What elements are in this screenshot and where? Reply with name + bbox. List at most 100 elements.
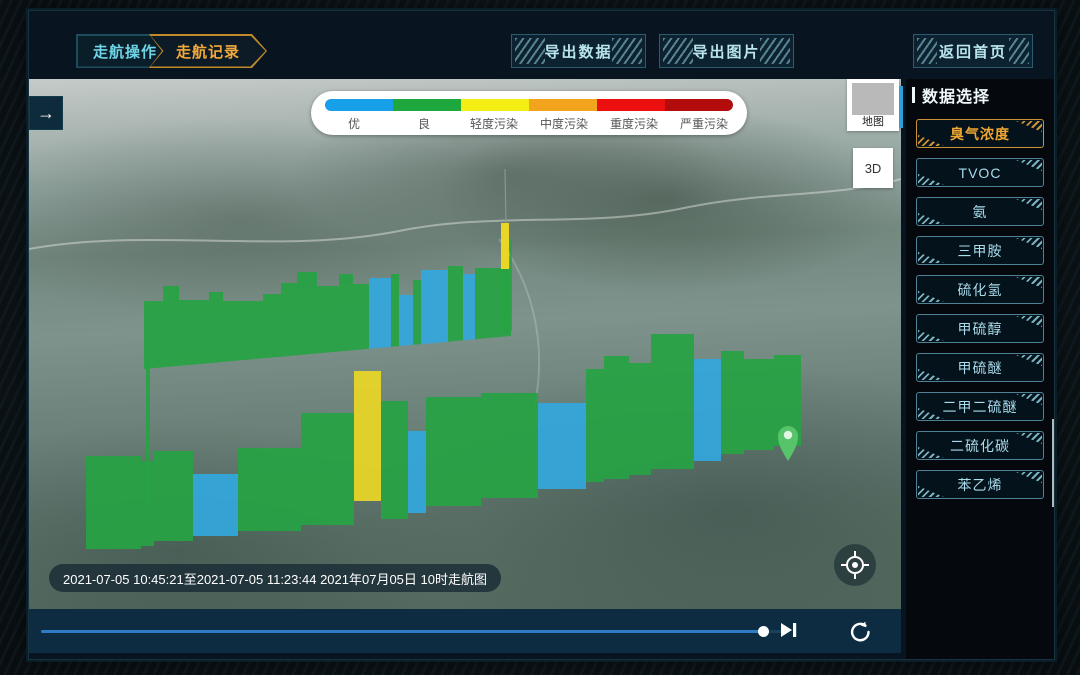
corner-decoration <box>918 369 944 380</box>
legend-color-good <box>393 99 461 111</box>
export-image-label: 导出图片 <box>692 41 760 62</box>
time-range-text: 2021-07-05 10:45:21至2021-07-05 11:23:44 … <box>63 569 487 588</box>
sidebar-item-label: 甲硫醚 <box>958 358 1003 378</box>
sidebar-item-methyl-mercaptan[interactable]: 甲硫醇 <box>916 314 1044 343</box>
sidebar-item-label: 氨 <box>973 202 988 222</box>
arrow-right-icon: → <box>37 103 55 124</box>
hatch-decoration <box>1009 38 1029 64</box>
sidebar-item-dimethyl-disulfide[interactable]: 二甲二硫醚 <box>916 392 1044 421</box>
hatch-decoration <box>515 38 545 64</box>
back-home-label: 返回首页 <box>939 41 1007 62</box>
tab-label: 走航记录 <box>149 34 267 68</box>
legend-color-excellent <box>325 99 393 111</box>
corner-decoration <box>918 213 944 224</box>
sidebar-item-label: 臭气浓度 <box>950 124 1010 144</box>
sidebar-item-label: TVOC <box>959 165 1002 181</box>
sidebar-item-ammonia[interactable]: 氨 <box>916 197 1044 226</box>
corner-decoration <box>1016 160 1042 171</box>
back-home-button[interactable]: 返回首页 <box>913 34 1033 68</box>
time-range-badge: 2021-07-05 10:45:21至2021-07-05 11:23:44 … <box>49 564 501 592</box>
tab-cruise-record[interactable]: 走航记录 <box>149 34 267 68</box>
collapse-arrow-button[interactable]: → <box>29 96 63 130</box>
sidebar-scrollbar[interactable] <box>1052 419 1054 507</box>
corner-decoration <box>918 486 944 497</box>
corner-decoration <box>1016 394 1042 405</box>
basemap-switcher[interactable]: 地图 <box>847 79 899 131</box>
map-view[interactable]: → 优 良 轻度污染 中度污染 重度污染 严重污染 <box>29 79 901 609</box>
legend-color-moderate <box>529 99 597 111</box>
sidebar-item-tvoc[interactable]: TVOC <box>916 158 1044 187</box>
refresh-icon <box>849 621 871 643</box>
playback-bar <box>29 609 901 653</box>
corner-decoration <box>918 252 944 263</box>
export-image-button[interactable]: 导出图片 <box>659 34 794 68</box>
screen: 走航操作 走航记录 导出数据 导出图片 返回首页 <box>0 0 1080 675</box>
aqi-legend: 优 良 轻度污染 中度污染 重度污染 严重污染 <box>311 91 747 135</box>
progress-track[interactable] <box>41 630 789 633</box>
hatch-decoration <box>612 38 642 64</box>
pollution-wall-upper <box>144 266 511 369</box>
sidebar-item-styrene[interactable]: 苯乙烯 <box>916 470 1044 499</box>
locate-button[interactable] <box>834 544 876 586</box>
divider-accent <box>899 86 903 128</box>
sidebar-item-label: 硫化氢 <box>958 280 1003 300</box>
corner-decoration <box>1016 316 1042 327</box>
corner-decoration <box>918 291 944 302</box>
sidebar-item-odor-concentration[interactable]: 臭气浓度 <box>916 119 1044 148</box>
legend-color-severe <box>665 99 733 111</box>
legend-color-heavy <box>597 99 665 111</box>
sidebar-title-text: 数据选择 <box>922 83 990 107</box>
crosshair-icon <box>840 550 870 580</box>
title-bar-decoration <box>912 87 915 103</box>
pollution-walls-layer <box>29 79 901 609</box>
legend-label: 良 <box>389 115 459 132</box>
aqi-legend-colorbar <box>325 99 733 111</box>
corner-decoration <box>1016 433 1042 444</box>
progress-thumb[interactable] <box>758 626 769 637</box>
legend-label: 重度污染 <box>599 115 669 132</box>
view-3d-button[interactable]: 3D <box>853 148 893 188</box>
sidebar-item-label: 二硫化碳 <box>950 436 1010 456</box>
basemap-thumbnail <box>852 83 894 115</box>
corner-decoration <box>1016 472 1042 483</box>
sidebar-item-label: 二甲二硫醚 <box>943 397 1018 417</box>
legend-label: 轻度污染 <box>459 115 529 132</box>
progress-fill <box>41 630 763 633</box>
corner-decoration <box>918 174 944 185</box>
sidebar-item-carbon-disulfide[interactable]: 二硫化碳 <box>916 431 1044 460</box>
aqi-legend-labels: 优 良 轻度污染 中度污染 重度污染 严重污染 <box>319 115 739 132</box>
map-pin-icon[interactable] <box>778 426 798 461</box>
corner-decoration <box>918 408 944 419</box>
legend-label: 严重污染 <box>669 115 739 132</box>
corner-decoration <box>918 330 944 341</box>
sidebar-item-label: 甲硫醇 <box>958 319 1003 339</box>
sidebar-item-label: 苯乙烯 <box>958 475 1003 495</box>
export-data-button[interactable]: 导出数据 <box>511 34 646 68</box>
export-data-label: 导出数据 <box>544 41 612 62</box>
corner-decoration <box>1016 355 1042 366</box>
sidebar-item-hydrogen-sulfide[interactable]: 硫化氢 <box>916 275 1044 304</box>
basemap-label: 地图 <box>847 115 899 129</box>
hatch-decoration <box>663 38 693 64</box>
sidebar-item-trimethylamine[interactable]: 三甲胺 <box>916 236 1044 265</box>
corner-decoration <box>1016 199 1042 210</box>
skip-to-end-button[interactable] <box>779 621 801 641</box>
skip-to-end-icon <box>779 621 799 639</box>
legend-label: 中度污染 <box>529 115 599 132</box>
corner-decoration <box>1016 121 1042 132</box>
sidebar-item-methyl-sulfide[interactable]: 甲硫醚 <box>916 353 1044 382</box>
hatch-decoration <box>917 38 937 64</box>
legend-label: 优 <box>319 115 389 132</box>
legend-color-light <box>461 99 529 111</box>
hatch-decoration <box>760 38 790 64</box>
corner-decoration <box>1016 238 1042 249</box>
corner-decoration <box>1016 277 1042 288</box>
view-3d-label: 3D <box>865 161 882 176</box>
sidebar-title: 数据选择 <box>912 83 1054 107</box>
corner-decoration <box>918 447 944 458</box>
data-select-sidebar: 数据选择 臭气浓度 TVOC 氨 三甲胺 <box>906 79 1054 659</box>
sidebar-item-label: 三甲胺 <box>958 241 1003 261</box>
replay-button[interactable] <box>849 621 871 641</box>
corner-decoration <box>918 135 944 146</box>
pollution-wall-lower <box>86 334 801 549</box>
